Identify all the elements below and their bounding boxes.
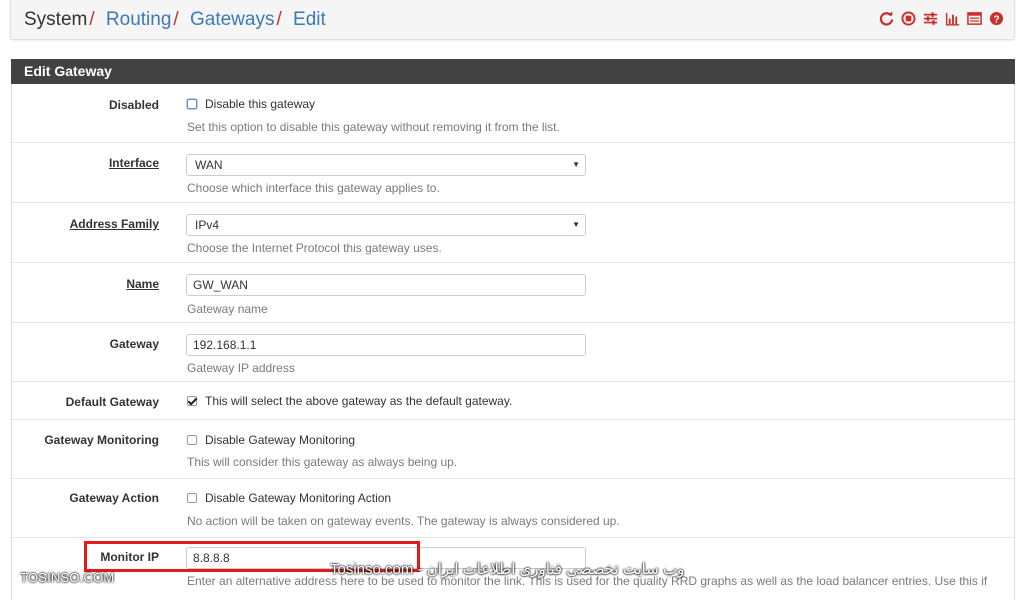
address-family-label: Address Family	[69, 217, 159, 231]
interface-select-value: WAN	[195, 158, 223, 172]
bar-chart-icon[interactable]	[945, 11, 960, 26]
disable-gateway-checkbox-label[interactable]: Disable this gateway	[205, 97, 315, 111]
default-gateway-checkbox-line[interactable]: This will select the above gateway as th…	[187, 394, 512, 408]
address-family-help: Choose the Internet Protocol this gatewa…	[187, 241, 442, 255]
form-row-gateway-monitoring: Gateway Monitoring Disable Gateway Monit…	[12, 420, 1014, 479]
panel-title: Edit Gateway	[11, 59, 1015, 84]
gateway-label: Gateway	[109, 337, 159, 351]
interface-label: Interface	[108, 156, 159, 170]
default-gateway-label: Default Gateway	[65, 395, 159, 409]
gateway-action-label: Gateway Action	[69, 491, 159, 505]
form-row-disabled: Disabled Disable this gateway Set this o…	[12, 84, 1014, 143]
edit-gateway-form: Disabled Disable this gateway Set this o…	[11, 84, 1015, 600]
name-label: Name	[126, 277, 159, 291]
list-icon[interactable]	[967, 11, 982, 26]
address-family-select[interactable]: IPv4 ▼	[186, 214, 586, 236]
form-row-gateway: Gateway 192.168.1.1 Gateway IP address	[12, 323, 1014, 382]
interface-help: Choose which interface this gateway appl…	[187, 181, 440, 195]
disable-monitoring-action-checkbox-label[interactable]: Disable Gateway Monitoring Action	[205, 491, 391, 505]
breadcrumb-separator: /	[173, 9, 179, 30]
chevron-down-icon: ▼	[572, 160, 580, 169]
breadcrumb-root: System	[24, 9, 88, 30]
disable-gateway-monitoring-checkbox[interactable]	[187, 435, 197, 445]
chevron-down-icon: ▼	[572, 220, 580, 229]
breadcrumb-routing-link[interactable]: Routing	[106, 9, 172, 30]
svg-text:?: ?	[993, 14, 999, 25]
sliders-icon[interactable]	[923, 11, 938, 26]
interface-select[interactable]: WAN ▼	[186, 154, 586, 176]
gateway-monitoring-checkbox-line[interactable]: Disable Gateway Monitoring	[187, 433, 355, 447]
form-row-address-family: Address Family IPv4 ▼ Choose the Interne…	[12, 203, 1014, 263]
breadcrumb-edit-link[interactable]: Edit	[293, 9, 326, 30]
watermark-left: TOSINSO.COM	[20, 570, 115, 585]
page: System / Routing / Gateways / Edit ? Edi…	[0, 0, 1024, 600]
form-row-gateway-action: Gateway Action Disable Gateway Monitorin…	[12, 479, 1014, 538]
disable-gateway-checkbox[interactable]	[187, 99, 197, 109]
header-bar: System / Routing / Gateways / Edit ?	[10, 0, 1015, 40]
gateway-help: Gateway IP address	[187, 361, 295, 375]
form-row-default-gateway: Default Gateway This will select the abo…	[12, 382, 1014, 420]
breadcrumb-separator: /	[89, 9, 95, 30]
disabled-label: Disabled	[108, 98, 159, 112]
monitor-ip-label: Monitor IP	[100, 550, 159, 564]
watermark-right: Tosinso.com - وب سایت تخصصی فناوری اطلاع…	[330, 561, 685, 578]
gateway-monitoring-label: Gateway Monitoring	[44, 433, 159, 447]
header-icons: ?	[879, 11, 1004, 26]
help-icon[interactable]: ?	[989, 11, 1004, 26]
gateway-ip-input[interactable]: 192.168.1.1	[186, 334, 586, 356]
breadcrumb-separator: /	[276, 9, 282, 30]
form-row-interface: Interface WAN ▼ Choose which interface t…	[12, 143, 1014, 203]
gateway-action-help: No action will be taken on gateway event…	[187, 514, 620, 528]
disable-monitoring-action-checkbox[interactable]	[187, 493, 197, 503]
name-help: Gateway name	[187, 302, 268, 316]
gateway-action-checkbox-line[interactable]: Disable Gateway Monitoring Action	[187, 491, 391, 505]
breadcrumb-gateways-link[interactable]: Gateways	[190, 9, 274, 30]
disabled-help: Set this option to disable this gateway …	[187, 120, 560, 134]
default-gateway-checkbox-label[interactable]: This will select the above gateway as th…	[205, 394, 512, 408]
name-input[interactable]: GW_WAN	[186, 274, 586, 296]
stop-icon[interactable]	[901, 11, 916, 26]
disabled-checkbox-line[interactable]: Disable this gateway	[187, 97, 315, 111]
gateway-monitoring-help: This will consider this gateway as alway…	[187, 455, 458, 469]
address-family-select-value: IPv4	[195, 218, 220, 232]
disable-gateway-monitoring-checkbox-label[interactable]: Disable Gateway Monitoring	[205, 433, 355, 447]
breadcrumb: System / Routing / Gateways / Edit	[24, 8, 326, 32]
reload-icon[interactable]	[879, 11, 894, 26]
default-gateway-checkbox[interactable]	[187, 396, 197, 406]
form-row-name: Name GW_WAN Gateway name	[12, 263, 1014, 323]
